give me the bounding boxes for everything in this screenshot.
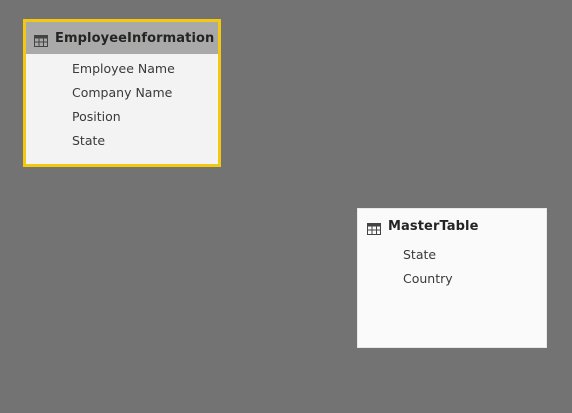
field-state[interactable]: State: [358, 243, 546, 267]
table-card-mastertable[interactable]: MasterTable State Country: [357, 208, 547, 348]
table-header[interactable]: MasterTable: [358, 209, 546, 243]
table-name: EmployeeInformation: [55, 30, 215, 46]
table-icon: [34, 32, 48, 47]
table-name: MasterTable: [388, 218, 479, 234]
table-icon: [367, 220, 381, 235]
field-position[interactable]: Position: [26, 105, 218, 129]
field-country[interactable]: Country: [358, 267, 546, 291]
field-list: Employee Name Company Name Position Stat…: [26, 54, 218, 153]
field-list: State Country: [358, 243, 546, 291]
field-employee-name[interactable]: Employee Name: [26, 57, 218, 81]
field-company-name[interactable]: Company Name: [26, 81, 218, 105]
table-card-employeeinformation[interactable]: EmployeeInformation Employee Name Compan…: [23, 19, 221, 167]
field-state[interactable]: State: [26, 129, 218, 153]
table-header[interactable]: EmployeeInformation: [26, 22, 218, 54]
